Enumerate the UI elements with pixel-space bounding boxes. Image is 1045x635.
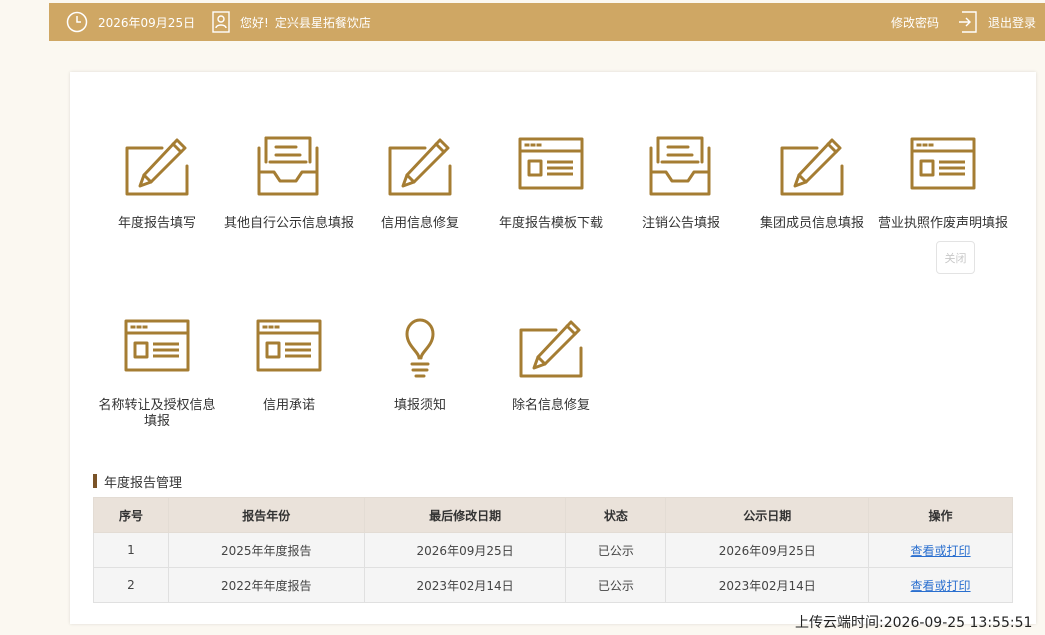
pencil-icon [519,320,583,378]
cell-index: 1 [93,532,169,568]
tile-label: 信用承诺 [262,398,315,413]
tile-label: 年度报告填写 [117,216,196,231]
tile-label: 填报须知 [393,398,446,413]
cell-action: 查看或打印 [868,532,1013,568]
tile-other-disclosure[interactable]: 其他自行公示信息填报 [223,136,355,232]
col-header: 状态 [565,497,667,533]
table-row: 2 2022年年度报告 2023年02月14日 已公示 2023年02月14日 … [93,567,1013,603]
pencil-icon [388,138,452,196]
main-panel: 年度报告填写 其他自行公示信息填报 信用信息修复 年度报告模板下载 注销公告填报… [70,72,1036,624]
logout-label: 退出登录 [988,15,1037,30]
annual-report-table: 序号 报告年份 最后修改日期 状态 公示日期 操作 1 2025年年度报告 20… [93,497,1013,603]
col-header: 报告年份 [167,497,365,533]
tile-cancellation-notice[interactable]: 注销公告填报 [615,136,747,232]
table-header-row: 序号 报告年份 最后修改日期 状态 公示日期 操作 [93,497,1013,533]
user-display: 您好! 定兴县星拓餐饮店 [212,10,371,34]
tile-label: 信用信息修复 [380,216,459,231]
window-icon [256,319,322,372]
date-text: 2026年09月25日 [98,15,196,30]
cell-index: 2 [93,567,169,603]
col-header: 最后修改日期 [363,497,567,533]
date-display: 2026年09月25日 [66,10,195,34]
cell-report-year: 2025年年度报告 [167,532,365,568]
window-icon [910,137,976,190]
section-marker [93,474,97,488]
section-title-text: 年度报告管理 [104,475,183,491]
logout-link[interactable]: 退出登录 [958,10,1036,34]
user-icon [212,11,230,33]
pencil-icon [780,138,844,196]
tile-template-download[interactable]: 年度报告模板下载 [485,136,617,232]
inbox-icon [257,136,319,196]
tile-license-void[interactable]: 营业执照作废声明填报 [877,136,1009,232]
cell-modified-date: 2023年02月14日 [363,567,567,603]
cell-report-year: 2022年年度报告 [167,567,365,603]
col-header: 序号 [93,497,169,533]
tile-label: 营业执照作废声明填报 [877,216,1008,231]
tile-annual-report-fill[interactable]: 年度报告填写 [91,136,223,232]
tile-label: 其他自行公示信息填报 [223,216,354,231]
tile-label: 集团成员信息填报 [759,216,864,231]
tile-group-members[interactable]: 集团成员信息填报 [746,136,878,232]
tile-label: 名称转让及授权信息填报 [98,398,216,429]
view-print-link[interactable]: 查看或打印 [911,579,971,593]
greeting-text: 您好! [240,15,269,30]
clock-icon [66,11,88,33]
upload-time: 上传云端时间:2026-09-25 13:55:51 [795,615,1033,631]
company-name: 定兴县星拓餐饮店 [274,15,371,30]
change-password-label: 修改密码 [891,15,940,30]
logout-icon [958,11,978,33]
pencil-icon [125,138,189,196]
cell-action: 查看或打印 [868,567,1013,603]
view-print-link[interactable]: 查看或打印 [911,544,971,558]
window-icon [518,137,584,190]
col-header: 公示日期 [665,497,870,533]
tile-removal-repair[interactable]: 除名信息修复 [485,318,617,414]
cell-status: 已公示 [565,532,667,568]
tile-filing-guide[interactable]: 填报须知 [354,318,486,414]
tile-label: 注销公告填报 [641,216,720,231]
top-bar: 2026年09月25日 您好! 定兴县星拓餐饮店 修改密码 退出登录 [49,3,1045,41]
tile-name-transfer[interactable]: 名称转让及授权信息填报 [91,318,223,430]
window-icon [124,319,190,372]
tile-label: 年度报告模板下载 [498,216,603,231]
tile-credit-commitment[interactable]: 信用承诺 [223,318,355,414]
cell-publish-date: 2026年09月25日 [665,532,870,568]
change-password-link[interactable]: 修改密码 [891,10,939,34]
cell-status: 已公示 [565,567,667,603]
inbox-icon [649,136,711,196]
col-header: 操作 [868,497,1013,533]
tile-label: 除名信息修复 [511,398,590,413]
cell-publish-date: 2023年02月14日 [665,567,870,603]
tile-credit-repair[interactable]: 信用信息修复 [354,136,486,232]
close-button[interactable]: 关闭 [936,241,975,274]
lightbulb-icon [403,318,435,378]
cell-modified-date: 2026年09月25日 [363,532,567,568]
table-row: 1 2025年年度报告 2026年09月25日 已公示 2026年09月25日 … [93,532,1013,568]
section-title: 年度报告管理 [93,473,183,491]
